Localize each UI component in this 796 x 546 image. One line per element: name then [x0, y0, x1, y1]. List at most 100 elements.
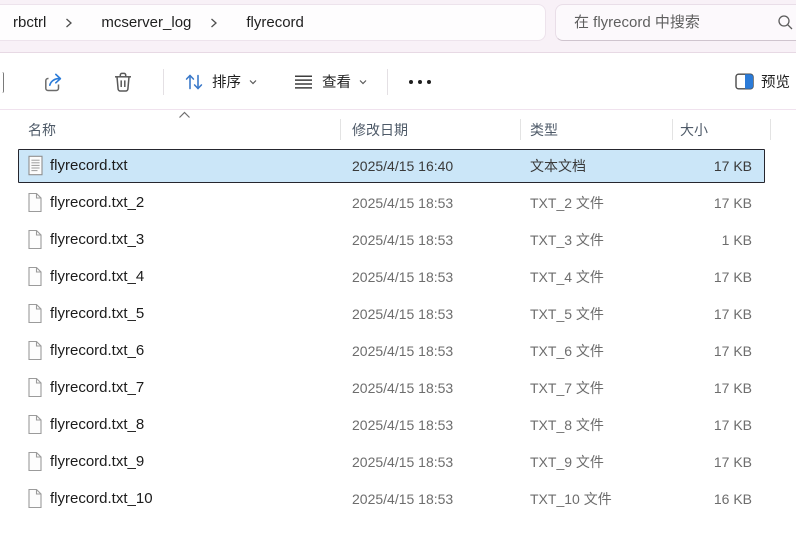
file-type: TXT_7 文件 — [530, 369, 604, 406]
view-button-label: 查看 — [322, 71, 351, 92]
sort-icon — [183, 71, 205, 93]
column-header-date[interactable]: 修改日期 — [352, 120, 408, 140]
sort-ascending-indicator-icon — [178, 111, 191, 119]
file-size: 17 KB — [640, 369, 752, 406]
file-generic-icon — [27, 258, 43, 295]
file-name: flyrecord.txt_7 — [50, 369, 144, 406]
column-header-name[interactable]: 名称 — [28, 120, 56, 140]
file-name: flyrecord.txt_10 — [50, 480, 153, 517]
search-input[interactable] — [574, 14, 777, 31]
file-size: 17 KB — [640, 258, 752, 295]
file-name: flyrecord.txt_9 — [50, 443, 144, 480]
clipped-icon — [0, 72, 4, 93]
view-button[interactable]: 查看 — [286, 65, 374, 99]
file-type: TXT_3 文件 — [530, 221, 604, 258]
file-generic-icon — [27, 443, 43, 480]
breadcrumb-item-mcserver-log[interactable]: mcserver_log — [93, 10, 199, 35]
column-header-size[interactable]: 大小 — [680, 120, 708, 140]
file-generic-icon — [27, 369, 43, 406]
table-row[interactable]: flyrecord.txt_5 2025/4/15 18:53 TXT_5 文件… — [0, 295, 796, 332]
file-date: 2025/4/15 18:53 — [352, 443, 453, 480]
chevron-right-icon — [209, 17, 218, 29]
file-generic-icon — [27, 295, 43, 332]
file-text-icon — [27, 147, 44, 184]
share-button[interactable] — [36, 63, 73, 100]
command-toolbar: 排序 查看 — [0, 54, 796, 110]
file-date: 2025/4/15 18:53 — [352, 369, 453, 406]
file-size: 17 KB — [640, 332, 752, 369]
chevron-right-icon — [64, 17, 73, 29]
trash-icon — [111, 70, 135, 94]
address-bar[interactable]: rbctrl mcserver_log flyrecord — [0, 4, 546, 41]
breadcrumb-item-rbctrl[interactable]: rbctrl — [5, 10, 54, 35]
file-list: flyrecord.txt 2025/4/15 16:40 文本文档 17 KB… — [0, 147, 796, 517]
file-name: flyrecord.txt_2 — [50, 184, 144, 221]
chevron-down-icon — [248, 77, 258, 87]
sort-button-label: 排序 — [212, 71, 241, 92]
table-row[interactable]: flyrecord.txt_8 2025/4/15 18:53 TXT_8 文件… — [0, 406, 796, 443]
address-toolbar: rbctrl mcserver_log flyrecord — [0, 0, 796, 53]
column-resize-handle[interactable] — [770, 119, 771, 140]
chevron-down-icon — [358, 77, 368, 87]
search-box[interactable] — [555, 4, 796, 41]
file-name: flyrecord.txt_4 — [50, 258, 144, 295]
file-type: TXT_5 文件 — [530, 295, 604, 332]
preview-toggle-button[interactable]: 预览 — [729, 65, 796, 98]
file-name: flyrecord.txt_8 — [50, 406, 144, 443]
file-type: TXT_8 文件 — [530, 406, 604, 443]
file-size: 17 KB — [640, 184, 752, 221]
file-name: flyrecord.txt_3 — [50, 221, 144, 258]
file-size: 17 KB — [640, 295, 752, 332]
sort-button[interactable]: 排序 — [177, 65, 264, 99]
file-date: 2025/4/15 18:53 — [352, 184, 453, 221]
file-generic-icon — [27, 332, 43, 369]
column-header-type[interactable]: 类型 — [530, 120, 558, 140]
column-resize-handle[interactable] — [672, 119, 673, 140]
table-row[interactable]: flyrecord.txt_6 2025/4/15 18:53 TXT_6 文件… — [0, 332, 796, 369]
file-generic-icon — [27, 480, 43, 517]
table-row[interactable]: flyrecord.txt_9 2025/4/15 18:53 TXT_9 文件… — [0, 443, 796, 480]
file-generic-icon — [27, 406, 43, 443]
file-explorer-window: rbctrl mcserver_log flyrecord — [0, 0, 796, 546]
view-icon — [292, 71, 315, 93]
toolbar-divider — [163, 69, 164, 95]
file-type: TXT_9 文件 — [530, 443, 604, 480]
column-resize-handle[interactable] — [340, 119, 341, 140]
file-date: 2025/4/15 16:40 — [352, 147, 453, 184]
file-date: 2025/4/15 18:53 — [352, 332, 453, 369]
column-resize-handle[interactable] — [520, 119, 521, 140]
file-date: 2025/4/15 18:53 — [352, 258, 453, 295]
file-date: 2025/4/15 18:53 — [352, 295, 453, 332]
table-row[interactable]: flyrecord.txt_4 2025/4/15 18:53 TXT_4 文件… — [0, 258, 796, 295]
file-type: TXT_4 文件 — [530, 258, 604, 295]
file-name: flyrecord.txt_5 — [50, 295, 144, 332]
file-generic-icon — [27, 221, 43, 258]
table-row[interactable]: flyrecord.txt_7 2025/4/15 18:53 TXT_7 文件… — [0, 369, 796, 406]
share-icon — [42, 69, 67, 94]
more-options-button[interactable] — [401, 64, 439, 100]
file-type: TXT_10 文件 — [530, 480, 612, 517]
table-row[interactable]: flyrecord.txt_3 2025/4/15 18:53 TXT_3 文件… — [0, 221, 796, 258]
file-size: 17 KB — [640, 406, 752, 443]
file-size: 16 KB — [640, 480, 752, 517]
file-date: 2025/4/15 18:53 — [352, 480, 453, 517]
table-row-selected[interactable]: flyrecord.txt 2025/4/15 16:40 文本文档 17 KB — [0, 147, 796, 184]
file-name: flyrecord.txt — [50, 147, 128, 184]
column-header-row: 名称 修改日期 类型 大小 — [0, 111, 796, 147]
file-size: 1 KB — [640, 221, 752, 258]
table-row[interactable]: flyrecord.txt_2 2025/4/15 18:53 TXT_2 文件… — [0, 184, 796, 221]
delete-button[interactable] — [105, 64, 141, 100]
toolbar-divider — [387, 69, 388, 95]
more-icon — [407, 70, 433, 94]
file-size: 17 KB — [640, 443, 752, 480]
file-type: 文本文档 — [530, 147, 586, 184]
search-icon[interactable] — [777, 14, 794, 31]
table-row[interactable]: flyrecord.txt_10 2025/4/15 18:53 TXT_10 … — [0, 480, 796, 517]
file-type: TXT_6 文件 — [530, 332, 604, 369]
file-date: 2025/4/15 18:53 — [352, 221, 453, 258]
breadcrumb-item-flyrecord[interactable]: flyrecord — [238, 10, 312, 35]
file-name: flyrecord.txt_6 — [50, 332, 144, 369]
file-date: 2025/4/15 18:53 — [352, 406, 453, 443]
file-generic-icon — [27, 184, 43, 221]
preview-pane-icon — [735, 73, 754, 90]
